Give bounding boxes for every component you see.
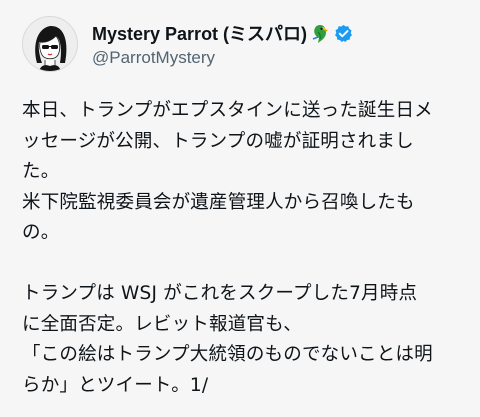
tweet-header: Mystery Parrot (ミスパロ) @ParrotMystery [22,14,353,74]
tweet-line: 米下院監視委員会が遺産管理人から召喚したも [22,191,415,213]
tweet-line: の。 [22,222,60,243]
tweet-line: らか」とツイート。1/ [22,374,209,396]
tweet-card: Mystery Parrot (ミスパロ) @ParrotMystery 本日、… [0,0,480,417]
handle[interactable]: @ParrotMystery [92,48,353,68]
avatar[interactable] [22,16,78,72]
tweet-line: ッセージが公開、トランプの嘘が証明されまし [22,130,414,152]
display-name[interactable]: Mystery Parrot (ミスパロ) [92,20,307,46]
verified-icon [334,24,353,43]
paragraph-break [22,249,468,280]
tweet-line: に全面否定。レビット報道官も、 [22,313,302,335]
tweet-text: 本日、トランプがエプスタインに送った誕生日メ ッセージが公開、トランプの嘘が証明… [22,96,468,401]
name-row: Mystery Parrot (ミスパロ) [92,20,353,46]
author-names: Mystery Parrot (ミスパロ) @ParrotMystery [92,20,353,68]
woman-silhouette-avatar-icon [23,17,77,71]
tweet-line: 「この絵はトランプ大統領のものでないことは明 [22,344,433,365]
tweet-line: た。 [22,161,60,182]
parrot-icon [309,22,331,44]
tweet-line: 本日、トランプがエプスタインに送った誕生日メ [22,100,433,121]
tweet-line: トランプは WSJ がこれをスクープした7月時点 [22,283,418,304]
